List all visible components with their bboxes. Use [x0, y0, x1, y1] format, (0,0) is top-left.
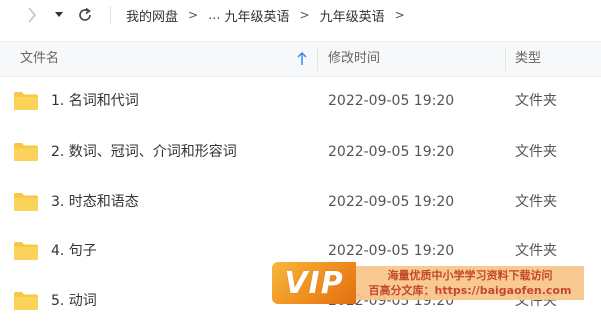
breadcrumb-separator: > [299, 8, 310, 22]
file-row[interactable]: 1. 名词和代词 2022-09-05 19:20 文件夹 [0, 76, 601, 126]
file-row[interactable]: 2. 数词、冠词、介词和形容词 2022-09-05 19:20 文件夹 [0, 127, 601, 177]
breadcrumb-item-parent[interactable]: 九年级英语 [224, 6, 289, 25]
sort-ascending-icon[interactable] [297, 52, 307, 66]
breadcrumb-separator: > [394, 8, 405, 22]
file-type: 文件夹 [515, 194, 557, 210]
navigation-bar: 我的网盘 > ... 九年级英语 > 九年级英语 > [0, 0, 601, 30]
folder-icon [14, 92, 38, 110]
refresh-icon [79, 7, 91, 21]
folder-icon [14, 292, 38, 310]
chevron-right-icon [28, 7, 37, 23]
folder-icon [14, 193, 38, 211]
breadcrumb-item-root[interactable]: 我的网盘 [126, 6, 178, 25]
folder-icon [14, 143, 38, 161]
file-name[interactable]: 3. 时态和语态 [51, 177, 139, 227]
breadcrumb-item-collapsed[interactable]: ... [208, 8, 220, 23]
file-type: 文件夹 [515, 93, 557, 109]
file-name[interactable]: 2. 数词、冠词、介词和形容词 [51, 127, 237, 177]
breadcrumb-separator: > [188, 8, 199, 22]
file-name[interactable]: 1. 名词和代词 [51, 76, 139, 126]
column-header-type[interactable]: 类型 [515, 42, 541, 76]
watermark-line-2: 百高分文库：https://baigaofen.com [368, 284, 572, 297]
file-modified: 2022-09-05 19:20 [328, 144, 455, 160]
column-divider[interactable] [505, 47, 506, 71]
column-header-name[interactable]: 文件名 [20, 42, 59, 76]
file-name[interactable]: 4. 句子 [51, 226, 97, 276]
forward-button[interactable] [22, 0, 42, 30]
column-divider[interactable] [317, 47, 318, 71]
file-modified: 2022-09-05 19:20 [328, 93, 455, 109]
folder-icon [14, 242, 38, 260]
refresh-button[interactable] [74, 0, 96, 30]
nav-divider [110, 6, 111, 24]
vip-logo-text: VIP [284, 265, 344, 301]
file-type: 文件夹 [515, 144, 557, 160]
vip-logo: VIP [272, 262, 356, 304]
column-header-modified[interactable]: 修改时间 [328, 42, 380, 76]
watermark-line-1: 海量优质中小学学习资料下载访问 [387, 269, 553, 282]
file-name[interactable]: 5. 动词 [51, 276, 97, 326]
breadcrumb: 我的网盘 > ... 九年级英语 > 九年级英语 > [126, 0, 415, 30]
column-header: 文件名 修改时间 类型 [0, 41, 601, 77]
history-dropdown-button[interactable] [50, 0, 68, 30]
caret-down-icon [55, 12, 63, 17]
file-row[interactable]: 3. 时态和语态 2022-09-05 19:20 文件夹 [0, 177, 601, 227]
watermark-banner: VIP 海量优质中小学学习资料下载访问 百高分文库：https://baigao… [272, 262, 584, 304]
breadcrumb-item-current[interactable]: 九年级英语 [320, 6, 385, 25]
watermark-text: 海量优质中小学学习资料下载访问 百高分文库：https://baigaofen.… [356, 266, 584, 300]
file-modified: 2022-09-05 19:20 [328, 194, 455, 210]
